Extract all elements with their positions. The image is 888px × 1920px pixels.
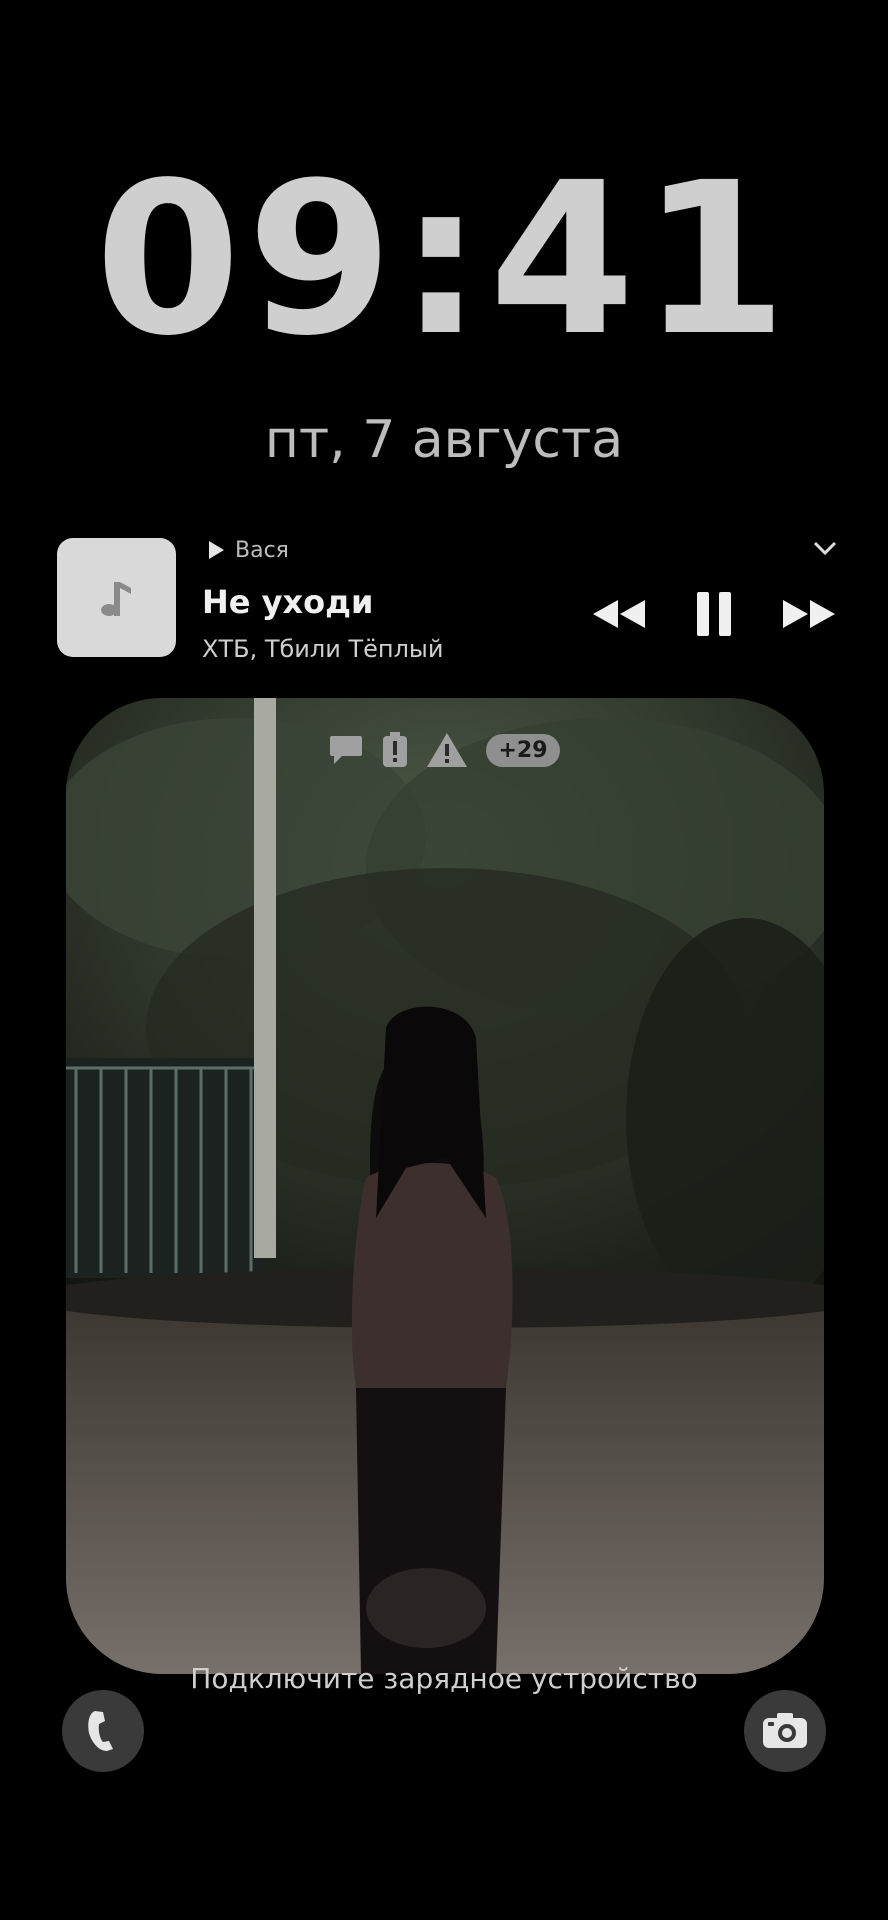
- notification-overflow-badge: +29: [486, 733, 560, 767]
- media-player: Вася Не уходи ХТБ, Тбили Тёплый: [57, 535, 837, 665]
- media-source[interactable]: Вася: [207, 535, 289, 565]
- clock: 09:41: [94, 137, 794, 382]
- rewind-icon[interactable]: [591, 598, 647, 630]
- battery-alert-icon: [383, 732, 408, 767]
- charging-hint: Подключите зарядное устройство: [190, 1662, 698, 1695]
- camera-icon: [763, 1713, 807, 1748]
- media-source-label: Вася: [235, 537, 289, 563]
- camera-shortcut-button[interactable]: [744, 1690, 826, 1772]
- music-note-icon: [101, 582, 131, 616]
- notification-icons[interactable]: +29: [0, 732, 888, 768]
- album-art[interactable]: [57, 538, 176, 657]
- song-title: Не уходи: [202, 583, 374, 621]
- phone-icon: [88, 1711, 113, 1751]
- date: пт, 7 августа: [264, 410, 624, 470]
- warning-icon: [427, 733, 468, 767]
- phone-shortcut-button[interactable]: [62, 1690, 144, 1772]
- media-controls: [591, 592, 837, 636]
- fast-forward-icon[interactable]: [781, 598, 837, 630]
- pause-icon[interactable]: [695, 592, 733, 636]
- play-small-icon: [209, 541, 224, 559]
- wallpaper-photo: [66, 698, 824, 1674]
- song-artist: ХТБ, Тбили Тёплый: [202, 635, 444, 663]
- chevron-down-icon[interactable]: [813, 541, 837, 555]
- chat-bubble-icon: [330, 736, 363, 764]
